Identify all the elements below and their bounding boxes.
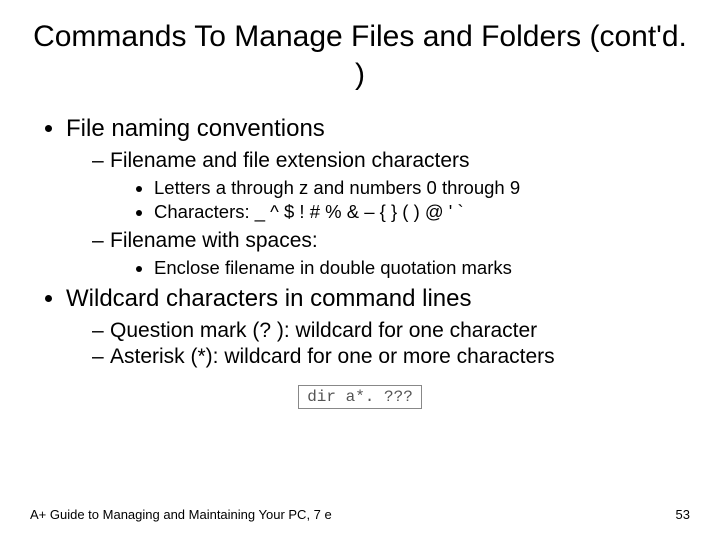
bullet-l1: Wildcard characters in command lines Que… xyxy=(66,285,690,369)
page-title: Commands To Manage Files and Folders (co… xyxy=(30,18,690,93)
bullet-l3: Characters: _ ^ $ ! # % & – { } ( ) @ ' … xyxy=(154,201,690,223)
bullet-l1: File naming conventions Filename and fil… xyxy=(66,115,690,279)
bullet-sublist: Filename and file extension characters L… xyxy=(66,149,690,279)
bullet-l3: Letters a through z and numbers 0 throug… xyxy=(154,177,690,199)
bullet-text: Filename and file extension characters xyxy=(110,149,470,172)
code-example: dir a*. ??? xyxy=(298,385,422,409)
slide: Commands To Manage Files and Folders (co… xyxy=(0,0,720,540)
bullet-l2: Asterisk (*): wildcard for one or more c… xyxy=(92,345,690,369)
bullet-l2: Question mark (? ): wildcard for one cha… xyxy=(92,319,690,343)
bullet-text: Filename with spaces: xyxy=(110,229,318,252)
bullet-sublist: Enclose filename in double quotation mar… xyxy=(110,257,690,279)
bullet-text: Wildcard characters in command lines xyxy=(66,285,471,312)
bullet-l2: Filename and file extension characters L… xyxy=(92,149,690,223)
bullet-list: File naming conventions Filename and fil… xyxy=(30,115,690,369)
bullet-sublist: Question mark (? ): wildcard for one cha… xyxy=(66,319,690,369)
bullet-l2: Filename with spaces: Enclose filename i… xyxy=(92,229,690,279)
bullet-text: File naming conventions xyxy=(66,115,325,142)
bullet-sublist: Letters a through z and numbers 0 throug… xyxy=(110,177,690,223)
bullet-text: Asterisk (*): wildcard for one or more c… xyxy=(110,345,555,368)
code-example-wrap: dir a*. ??? xyxy=(30,375,690,409)
footer-source: A+ Guide to Managing and Maintaining You… xyxy=(30,507,332,522)
bullet-l3: Enclose filename in double quotation mar… xyxy=(154,257,690,279)
bullet-text: Question mark (? ): wildcard for one cha… xyxy=(110,319,537,342)
page-number: 53 xyxy=(676,507,690,522)
